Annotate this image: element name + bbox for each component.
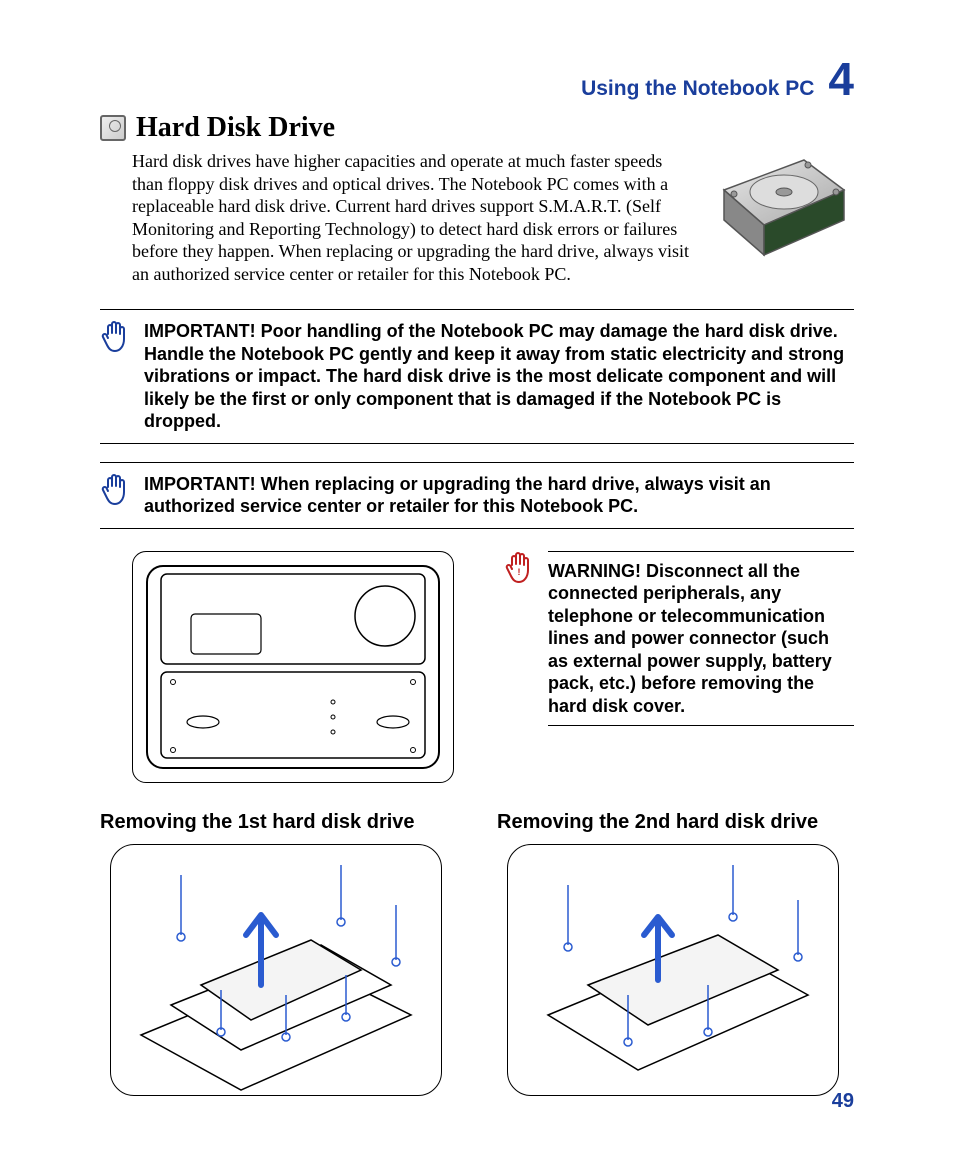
important-notice-1: IMPORTANT! Poor handling of the Notebook… [100, 309, 854, 444]
hand-stop-icon [100, 473, 130, 514]
hard-disk-icon [100, 115, 126, 141]
mid-row: ! WARNING! Disconnect all the connected … [100, 551, 854, 783]
hand-stop-icon [100, 320, 130, 361]
section-title-row: Hard Disk Drive [100, 112, 854, 144]
hdd-removal-diagram-1 [110, 844, 442, 1096]
svg-text:!: ! [518, 567, 521, 577]
page-header: Using the Notebook PC 4 [100, 56, 854, 102]
laptop-underside-diagram [132, 551, 454, 783]
header-title: Using the Notebook PC [581, 77, 814, 101]
remove-1-heading: Removing the 1st hard disk drive [100, 811, 457, 834]
important-text-1: IMPORTANT! Poor handling of the Notebook… [144, 320, 854, 433]
removal-col-1: Removing the 1st hard disk drive [100, 811, 457, 1096]
intro-text: Hard disk drives have higher capacities … [132, 150, 692, 285]
important-notice-2: IMPORTANT! When replacing or upgrading t… [100, 462, 854, 529]
section-title: Hard Disk Drive [136, 112, 335, 144]
hdd-removal-diagram-2 [507, 844, 839, 1096]
hard-disk-photo [704, 150, 854, 260]
removal-row: Removing the 1st hard disk drive [100, 811, 854, 1096]
important-text-2: IMPORTANT! When replacing or upgrading t… [144, 473, 854, 518]
warning-column: ! WARNING! Disconnect all the connected … [504, 551, 854, 783]
warning-text: WARNING! Disconnect all the connected pe… [548, 560, 854, 718]
page-number: 49 [832, 1090, 854, 1113]
warning-box: WARNING! Disconnect all the connected pe… [548, 551, 854, 727]
chapter-number: 4 [828, 56, 854, 102]
intro-row: Hard disk drives have higher capacities … [100, 150, 854, 285]
removal-col-2: Removing the 2nd hard disk drive [497, 811, 854, 1096]
remove-2-heading: Removing the 2nd hard disk drive [497, 811, 854, 834]
manual-page: Using the Notebook PC 4 Hard Disk Drive … [0, 0, 954, 1149]
hand-warning-icon: ! [504, 551, 534, 592]
